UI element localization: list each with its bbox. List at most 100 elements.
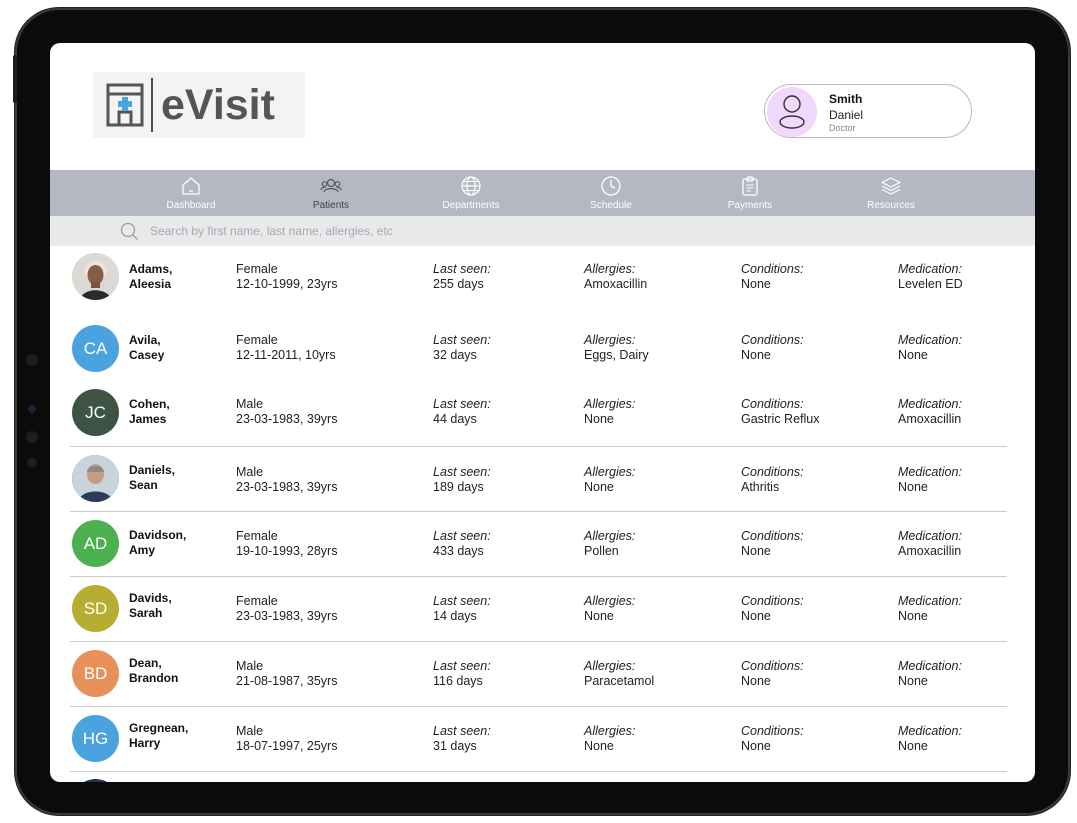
list-item[interactable]: HG Gregnean, Harry Male 18-07-1997, 25yr…: [70, 707, 1007, 772]
patient-demographics: Female 23-03-1983, 39yrs: [236, 594, 337, 624]
search-input[interactable]: [150, 221, 750, 241]
medication-value: None: [898, 739, 928, 753]
medication-label: Medication:: [898, 529, 962, 543]
list-item[interactable]: Daniels, Sean Male 23-03-1983, 39yrs Las…: [70, 447, 1007, 512]
conditions: Conditions: None: [741, 594, 804, 624]
nav-payments[interactable]: Payments: [705, 175, 795, 211]
patient-last-name: Davids,: [129, 591, 172, 605]
conditions: Conditions: Gastric Reflux: [741, 397, 820, 427]
allergies-value: None: [584, 739, 614, 753]
patient-dob: 12-10-1999, 23yrs: [236, 277, 338, 291]
medication: Medication: None: [898, 724, 962, 754]
patient-dob: 12-11-2011, 10yrs: [236, 348, 336, 362]
patient-last-name: Adams,: [129, 262, 173, 276]
medication-value: Levelen ED: [898, 277, 963, 291]
nav-dashboard[interactable]: Dashboard: [146, 175, 236, 211]
patient-demographics: Male 23-03-1983, 39yrs: [236, 397, 337, 427]
conditions: Conditions: None: [741, 262, 804, 292]
patient-name: Davidson, Amy: [129, 528, 186, 558]
user-first-name: Daniel: [829, 108, 864, 122]
allergies: Allergies: None: [584, 397, 635, 427]
patient-name: Dean, Brandon: [129, 656, 178, 686]
avatar: CA: [72, 325, 119, 372]
last-seen-value: 32 days: [433, 348, 477, 362]
avatar: AD: [72, 520, 119, 567]
last-seen-value: 31 days: [433, 739, 477, 753]
conditions-value: None: [741, 674, 771, 688]
nav-schedule[interactable]: Schedule: [566, 175, 656, 211]
conditions-value: None: [741, 348, 771, 362]
medication-value: None: [898, 348, 928, 362]
conditions-label: Conditions:: [741, 333, 804, 347]
last-seen-value: 189 days: [433, 480, 484, 494]
patient-gender: Female: [236, 262, 278, 276]
conditions-label: Conditions:: [741, 724, 804, 738]
medication-label: Medication:: [898, 465, 962, 479]
last-seen-label: Last seen:: [433, 397, 491, 411]
allergies: Allergies: None: [584, 724, 635, 754]
patient-first-name: Casey: [129, 348, 165, 362]
patient-first-name: James: [129, 412, 167, 426]
conditions-label: Conditions:: [741, 659, 804, 673]
user-role: Doctor: [829, 123, 856, 133]
allergies: Allergies: None: [584, 594, 635, 624]
avatar: JC: [72, 389, 119, 436]
medication-value: Amoxacillin: [898, 412, 962, 426]
patient-gender: Female: [236, 333, 278, 347]
layers-icon: [881, 177, 901, 195]
allergies-label: Allergies:: [584, 724, 636, 738]
patient-dob: 18-07-1997, 25yrs: [236, 739, 338, 753]
users-icon: [320, 178, 342, 193]
allergies-label: Allergies:: [584, 529, 636, 543]
medication: Medication: Levelen ED: [898, 262, 963, 292]
nav-departments[interactable]: Departments: [426, 175, 516, 211]
medication: Medication: None: [898, 333, 962, 363]
clipboard-icon: [742, 176, 758, 196]
app-logo[interactable]: eVisit: [93, 72, 305, 138]
patient-name: Gregnean, Harry: [129, 721, 188, 751]
medication-label: Medication:: [898, 724, 962, 738]
conditions-value: Gastric Reflux: [741, 412, 820, 426]
nav-resources[interactable]: Resources: [846, 175, 936, 211]
avatar: HG: [72, 715, 119, 762]
medication: Medication: None: [898, 659, 962, 689]
allergies-value: None: [584, 609, 614, 623]
allergies: Allergies: Pollen: [584, 529, 635, 559]
list-item[interactable]: AD Davidson, Amy Female 19-10-1993, 28yr…: [70, 512, 1007, 577]
conditions: Conditions: Athritis: [741, 465, 804, 495]
patient-last-name: Davidson,: [129, 528, 187, 542]
patient-last-name: Gregnean,: [129, 721, 189, 735]
allergies-label: Allergies:: [584, 333, 636, 347]
patient-dob: 21-08-1987, 35yrs: [236, 674, 338, 688]
list-item[interactable]: SD Davids, Sarah Female 23-03-1983, 39yr…: [70, 577, 1007, 642]
conditions-label: Conditions:: [741, 397, 804, 411]
nav-label: Schedule: [590, 200, 632, 211]
last-seen: Last seen: 31 days: [433, 724, 491, 754]
nav-patients[interactable]: Patients: [286, 175, 376, 211]
list-item[interactable]: BD Dean, Brandon Male 21-08-1987, 35yrs …: [70, 642, 1007, 707]
medication: Medication: None: [898, 465, 962, 495]
last-seen-value: 433 days: [433, 544, 484, 558]
last-seen-label: Last seen:: [433, 659, 491, 673]
patient-last-name: Dean,: [129, 656, 162, 670]
avatar: [72, 253, 119, 300]
list-item[interactable]: Adams, Aleesia Female 12-10-1999, 23yrs …: [70, 246, 1007, 316]
user-profile-card[interactable]: Smith Daniel Doctor: [764, 84, 972, 138]
conditions-label: Conditions:: [741, 465, 804, 479]
list-item[interactable]: JC Cohen, James Male 23-03-1983, 39yrs L…: [70, 382, 1007, 447]
allergies-label: Allergies:: [584, 465, 636, 479]
list-item[interactable]: CA Avila, Casey Female 12-11-2011, 10yrs…: [70, 318, 1007, 382]
nav-label: Dashboard: [166, 200, 216, 211]
patient-dob: 23-03-1983, 39yrs: [236, 480, 338, 494]
patient-dob: 23-03-1983, 39yrs: [236, 412, 338, 426]
patient-first-name: Harry: [129, 736, 161, 750]
avatar: [72, 455, 119, 502]
patient-last-name: Avila,: [129, 333, 161, 347]
search-icon[interactable]: [120, 222, 139, 241]
patient-name: Davids, Sarah: [129, 591, 172, 621]
patient-first-name: Brandon: [129, 671, 179, 685]
allergies: Allergies: Eggs, Dairy: [584, 333, 649, 363]
app-screen: eVisit Smith Daniel Doctor Dashboard Pat…: [50, 43, 1035, 782]
last-seen: Last seen: 32 days: [433, 333, 491, 363]
allergies: Allergies: Paracetamol: [584, 659, 654, 689]
